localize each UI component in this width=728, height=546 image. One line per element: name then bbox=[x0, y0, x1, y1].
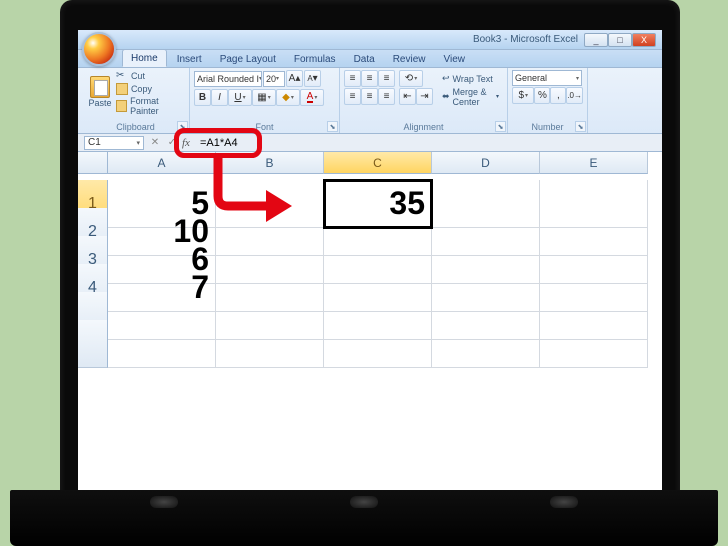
col-header-E[interactable]: E bbox=[540, 152, 648, 174]
font-color-icon: A bbox=[307, 93, 314, 103]
bold-button[interactable]: B bbox=[194, 89, 211, 106]
merge-center-button[interactable]: ⬌Merge & Center▾ bbox=[438, 88, 503, 105]
font-name-combo[interactable]: Arial Rounded I▾ bbox=[194, 71, 262, 87]
maximize-button[interactable]: □ bbox=[608, 33, 632, 47]
title-bar: Book3 - Microsoft Excel _ □ X bbox=[78, 30, 662, 50]
tab-formulas[interactable]: Formulas bbox=[286, 51, 344, 67]
fx-icon[interactable]: fx bbox=[182, 137, 190, 149]
cell-E6[interactable] bbox=[540, 320, 648, 368]
cell-D6[interactable] bbox=[432, 320, 540, 368]
group-font: Arial Rounded I▾ 20▾ A▴ A▾ B I U▾ ▦▾ ◆▾ … bbox=[190, 68, 340, 133]
align-top-button[interactable]: ≡ bbox=[344, 70, 361, 87]
close-button[interactable]: X bbox=[632, 33, 656, 47]
decrease-indent-button[interactable]: ⇤ bbox=[399, 88, 416, 105]
orientation-icon: ⟲ bbox=[405, 73, 413, 84]
name-box[interactable]: C1 ▾ bbox=[84, 136, 144, 150]
row-header-6[interactable] bbox=[78, 320, 108, 368]
italic-button[interactable]: I bbox=[211, 89, 228, 106]
hinge-icon bbox=[550, 496, 578, 508]
clipboard-launcher[interactable]: ⬊ bbox=[177, 121, 188, 132]
hinge-icon bbox=[350, 496, 378, 508]
shrink-font-button[interactable]: A▾ bbox=[304, 70, 321, 87]
orientation-button[interactable]: ⟲▾ bbox=[399, 70, 423, 87]
group-clipboard-label: Clipboard bbox=[86, 121, 185, 133]
ribbon: Paste Cut Copy Format Painter Clipboard … bbox=[78, 68, 662, 134]
percent-button[interactable]: % bbox=[534, 87, 550, 104]
group-number: General▾ $▾ % , .0→ Number ⬊ bbox=[508, 68, 588, 133]
accounting-button[interactable]: $▾ bbox=[512, 87, 534, 104]
tab-home[interactable]: Home bbox=[122, 49, 167, 67]
col-header-C[interactable]: C bbox=[324, 152, 432, 174]
copy-icon bbox=[116, 83, 128, 95]
number-format-combo[interactable]: General▾ bbox=[512, 70, 582, 86]
ribbon-tabs: Home Insert Page Layout Formulas Data Re… bbox=[78, 50, 662, 68]
col-header-A[interactable]: A bbox=[108, 152, 216, 174]
cell-A6[interactable] bbox=[108, 320, 216, 368]
cut-button[interactable]: Cut bbox=[116, 70, 185, 82]
cancel-formula-button[interactable]: ✕ bbox=[148, 136, 162, 150]
align-center-button[interactable]: ≡ bbox=[361, 88, 378, 105]
group-alignment-label: Alignment bbox=[344, 121, 503, 133]
merge-icon: ⬌ bbox=[442, 91, 450, 102]
window-title: Book3 - Microsoft Excel bbox=[473, 34, 578, 45]
accept-formula-button[interactable]: ✓ bbox=[165, 136, 179, 150]
excel-window: Book3 - Microsoft Excel _ □ X Home Inser… bbox=[78, 30, 662, 492]
tab-insert[interactable]: Insert bbox=[169, 51, 210, 67]
border-button[interactable]: ▦▾ bbox=[252, 89, 276, 106]
brush-icon bbox=[116, 100, 127, 112]
paste-icon bbox=[90, 76, 110, 98]
wrap-icon: ↩ bbox=[442, 73, 450, 84]
hinge-icon bbox=[150, 496, 178, 508]
col-header-D[interactable]: D bbox=[432, 152, 540, 174]
group-alignment: ≡ ≡ ≡ ⟲▾ ≡ ≡ ≡ ⇤ ⇥ bbox=[340, 68, 508, 133]
cell-B6[interactable] bbox=[216, 320, 324, 368]
alignment-launcher[interactable]: ⬊ bbox=[495, 121, 506, 132]
format-painter-button[interactable]: Format Painter bbox=[116, 96, 185, 116]
increase-indent-button[interactable]: ⇥ bbox=[416, 88, 433, 105]
increase-decimal-button[interactable]: .0→ bbox=[566, 87, 583, 104]
spreadsheet-grid[interactable]: A B C D E 1 5 35 2 10 3 6 bbox=[78, 152, 662, 492]
font-size-combo[interactable]: 20▾ bbox=[263, 71, 285, 87]
window-controls: _ □ X bbox=[584, 33, 656, 47]
paste-label: Paste bbox=[88, 98, 111, 108]
formula-input[interactable]: =A1*A4 bbox=[194, 137, 244, 149]
laptop-frame: Book3 - Microsoft Excel _ □ X Home Inser… bbox=[60, 0, 680, 510]
name-box-value: C1 bbox=[88, 137, 101, 148]
laptop-base bbox=[10, 490, 718, 546]
tab-view[interactable]: View bbox=[435, 51, 473, 67]
align-right-button[interactable]: ≡ bbox=[378, 88, 395, 105]
minimize-button[interactable]: _ bbox=[584, 33, 608, 47]
align-middle-button[interactable]: ≡ bbox=[361, 70, 378, 87]
font-color-button[interactable]: A▾ bbox=[300, 89, 324, 106]
formula-bar: C1 ▾ ✕ ✓ fx =A1*A4 bbox=[78, 134, 662, 152]
wrap-text-button[interactable]: ↩Wrap Text bbox=[438, 70, 503, 87]
select-all-corner[interactable] bbox=[78, 152, 108, 174]
tab-data[interactable]: Data bbox=[346, 51, 383, 67]
paste-button[interactable]: Paste bbox=[86, 70, 114, 114]
comma-button[interactable]: , bbox=[550, 87, 566, 104]
border-icon: ▦ bbox=[257, 92, 266, 103]
col-header-B[interactable]: B bbox=[216, 152, 324, 174]
bucket-icon: ◆ bbox=[282, 92, 290, 103]
underline-button[interactable]: U▾ bbox=[228, 89, 252, 106]
fill-color-button[interactable]: ◆▾ bbox=[276, 89, 300, 106]
align-bottom-button[interactable]: ≡ bbox=[378, 70, 395, 87]
tab-page-layout[interactable]: Page Layout bbox=[212, 51, 284, 67]
tab-review[interactable]: Review bbox=[385, 51, 434, 67]
group-clipboard: Paste Cut Copy Format Painter Clipboard … bbox=[82, 68, 190, 133]
name-box-dropdown-icon: ▾ bbox=[136, 139, 140, 147]
group-number-label: Number bbox=[512, 121, 583, 133]
group-font-label: Font bbox=[194, 121, 335, 133]
cell-C6[interactable] bbox=[324, 320, 432, 368]
number-launcher[interactable]: ⬊ bbox=[575, 121, 586, 132]
scissors-icon bbox=[116, 70, 128, 82]
copy-button[interactable]: Copy bbox=[116, 83, 185, 95]
align-left-button[interactable]: ≡ bbox=[344, 88, 361, 105]
font-launcher[interactable]: ⬊ bbox=[327, 121, 338, 132]
cell-C1[interactable]: 35 bbox=[324, 180, 432, 228]
grow-font-button[interactable]: A▴ bbox=[286, 70, 303, 87]
office-button[interactable] bbox=[82, 32, 116, 66]
